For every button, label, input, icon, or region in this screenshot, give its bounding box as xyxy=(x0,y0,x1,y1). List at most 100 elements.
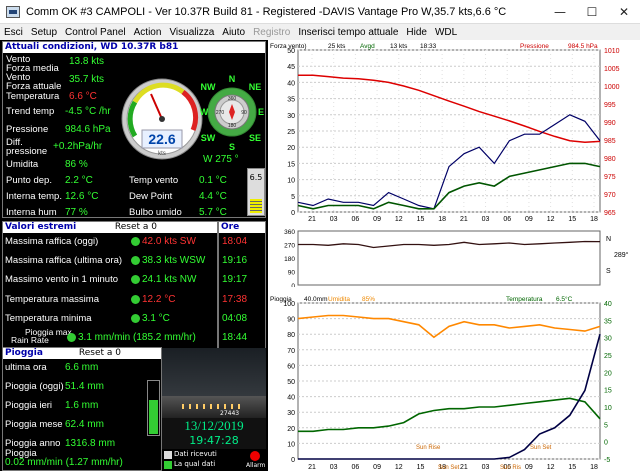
compass-s: S xyxy=(229,142,235,152)
y-left-tick: 40 xyxy=(287,395,295,402)
menu-hide[interactable]: Hide xyxy=(406,27,427,38)
x-tick: 09 xyxy=(373,216,381,222)
x-tick: 12 xyxy=(395,464,403,471)
wind-compass: N NE E SE S SW W NW 360 90 180 270 xyxy=(200,74,264,152)
y-right-tick: 995 xyxy=(604,102,616,109)
y-right-tick: 40 xyxy=(604,301,612,308)
right-label: N xyxy=(606,236,611,243)
legend-text: 25 kts xyxy=(328,43,346,50)
menu-visualizza[interactable]: Visualizza xyxy=(169,27,214,38)
alarm-icon[interactable] xyxy=(250,451,260,461)
wetbulb-label: Bulbo umido xyxy=(129,207,182,218)
legend-text: 85% xyxy=(362,296,375,303)
x-tick: 09 xyxy=(525,464,533,471)
legend-text: 18:33 xyxy=(420,43,437,50)
led-icon xyxy=(131,236,140,246)
extremes-header: Valori estremi Reset a 0 xyxy=(3,222,217,233)
x-tick: 15 xyxy=(568,464,576,471)
x-tick: 21 xyxy=(308,216,316,222)
menu-inserisci-tempo[interactable]: Inserisci tempo attuale xyxy=(298,27,398,38)
compass-sw: SW xyxy=(201,133,216,143)
uv-value: 6.5 xyxy=(249,173,263,182)
windtemp-label: Temp vento xyxy=(129,175,179,186)
menu-wdl[interactable]: WDL xyxy=(435,27,457,38)
menu-esci[interactable]: Esci xyxy=(4,27,23,38)
webcam-time: 19:47:28 xyxy=(189,434,239,447)
led-icon xyxy=(131,313,140,323)
y-right-tick: 970 xyxy=(604,192,616,199)
minimize-button[interactable]: — xyxy=(544,0,576,24)
x-tick: 18 xyxy=(438,216,446,222)
legend-text: Forza vento) xyxy=(270,43,307,50)
compass-tick-360: 360 xyxy=(228,96,237,102)
rain-reset-button[interactable]: Reset a 0 xyxy=(79,348,121,359)
ore-time-0: 18:04 xyxy=(222,236,248,247)
x-tick: 12 xyxy=(547,464,555,471)
wind-pressure-chart: 0510152025303540455096597097598098599099… xyxy=(270,43,620,222)
sun-label: Sun Rise xyxy=(416,445,441,451)
legend-text: Temperatura xyxy=(506,296,543,303)
rain-value-3: 62.4 mm xyxy=(65,419,104,430)
menu-control-panel[interactable]: Control Panel xyxy=(65,27,126,38)
menu-setup[interactable]: Setup xyxy=(31,27,57,38)
legend-text: Umidita xyxy=(328,296,350,303)
rain-label-3: Pioggia mese xyxy=(5,419,63,430)
webcam-date: 13/12/2019 xyxy=(184,418,244,433)
x-tick: 18 xyxy=(590,464,598,471)
menu-aiuto[interactable]: Aiuto xyxy=(222,27,245,38)
menu-action[interactable]: Action xyxy=(134,27,162,38)
y-right-tick: 30 xyxy=(604,336,612,343)
y-right-tick: 1005 xyxy=(604,66,620,73)
y-right-tick: 990 xyxy=(604,120,616,127)
maximize-button[interactable]: ☐ xyxy=(576,0,608,24)
window-controls: — ☐ ✕ xyxy=(544,0,640,24)
temp-value: 6.6 °C xyxy=(69,91,97,102)
pressure-value: 984.6 hPa xyxy=(65,124,111,135)
close-button[interactable]: ✕ xyxy=(608,0,640,24)
temp-hum-rain-chart: 0102030405060708090100-50510152025303540… xyxy=(270,295,612,471)
left-pane: Attuali condizioni, WD 10.37R b81 Vento … xyxy=(0,40,268,471)
pressure-label: Pressione xyxy=(6,124,49,135)
rain-panel: Pioggia Reset a 0 ultima ora 6.6 mm Piog… xyxy=(2,347,162,471)
sun-label: Sun Set xyxy=(530,445,552,451)
wind-speed-gauge: 22.6 kts xyxy=(121,78,203,160)
x-tick: 03 xyxy=(330,464,338,471)
x-tick: 03 xyxy=(482,464,490,471)
menu-registro[interactable]: Registro xyxy=(253,27,290,38)
rain-label-0: ultima ora xyxy=(5,362,47,373)
extremes-reset-button[interactable]: Reset a 0 xyxy=(115,222,157,233)
rain-title: Pioggia xyxy=(5,348,43,358)
x-tick: 03 xyxy=(330,216,338,222)
current-conditions-title: Attuali condizioni, WD 10.37R b81 xyxy=(3,42,265,53)
current-conditions-panel: Attuali condizioni, WD 10.37R b81 Vento … xyxy=(2,41,266,218)
ore-time-4: 04:08 xyxy=(222,313,248,324)
data-quality-label: La qual dati xyxy=(174,460,216,468)
extreme-value-2: 24.1 kts NW xyxy=(131,274,196,285)
wetbulb-value: 5.7 °C xyxy=(199,207,227,218)
y-left-tick: 0 xyxy=(291,457,295,464)
legend-text: Pioggia xyxy=(270,296,292,303)
extremes-title: Valori estremi xyxy=(5,222,77,232)
x-tick: 18 xyxy=(590,216,598,222)
x-tick: 15 xyxy=(568,216,576,222)
y-tick: 270 xyxy=(284,243,295,250)
compass-tick-180: 180 xyxy=(228,123,237,129)
x-tick: 06 xyxy=(503,216,511,222)
extreme-value-0: 42.0 kts SW xyxy=(131,236,196,247)
diff-label-2: pressione xyxy=(6,146,48,157)
y-left-tick: 25 xyxy=(287,129,295,136)
rain-label-1: Pioggia (oggi) xyxy=(5,381,64,392)
rain-value-2: 1.6 mm xyxy=(65,400,99,411)
plot-area xyxy=(297,230,601,286)
y-left-tick: 40 xyxy=(287,80,295,87)
ore-time-2: 19:17 xyxy=(222,274,248,285)
x-tick: 12 xyxy=(395,216,403,222)
y-right-tick: 1010 xyxy=(604,48,620,55)
extreme-label-0: Massima raffica (oggi) xyxy=(5,236,99,247)
itemp-value: 12.6 °C xyxy=(65,191,99,202)
y-right-tick: 20 xyxy=(604,370,612,377)
y-right-tick: 1000 xyxy=(604,84,620,91)
y-left-tick: 15 xyxy=(287,161,295,168)
compass-n: N xyxy=(229,74,236,84)
legend-text: 13 kts xyxy=(390,43,408,50)
